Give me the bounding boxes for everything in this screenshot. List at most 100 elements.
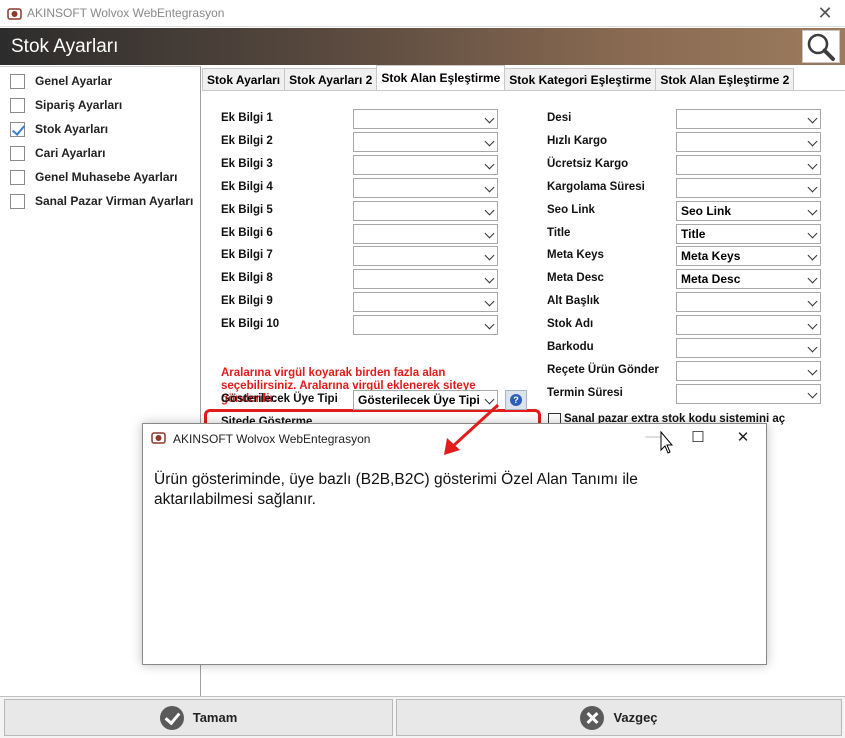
field-label: Ek Bilgi 8 (221, 272, 273, 284)
nav-item-label: Sipariş Ayarları (35, 98, 123, 112)
ok-button[interactable]: Tamam (4, 699, 393, 736)
nav-item-genel-muhasebe-ayarlari[interactable]: Genel Muhasebe Ayarları (10, 168, 178, 186)
field-label: Ek Bilgi 5 (221, 204, 273, 216)
tab-stok-alan-eslestirme[interactable]: Stok Alan Eşleştirme (376, 65, 506, 90)
field-label: Termin Süresi (547, 387, 623, 399)
recete-urun-gonder-select[interactable] (676, 361, 821, 381)
field-label: Stok Adı (547, 318, 594, 330)
field-label: Reçete Ürün Gönder (547, 364, 659, 376)
help-button[interactable]: ? (505, 390, 527, 410)
ek-bilgi-10-select[interactable] (353, 315, 498, 335)
search-button[interactable] (802, 30, 840, 63)
ucretsiz-kargo-select[interactable] (676, 155, 821, 175)
nav-item-cari-ayarlari[interactable]: Cari Ayarları (10, 144, 105, 162)
chevron-down-icon (484, 136, 495, 147)
chevron-down-icon (484, 273, 495, 284)
cancel-button[interactable]: Vazgeç (396, 699, 842, 736)
meta-keys-select[interactable]: Meta Keys (676, 246, 821, 266)
partial-label: Sitede Gösterme (221, 416, 313, 423)
maximize-button[interactable]: ☐ (688, 428, 708, 446)
nav-item-label: Cari Ayarları (35, 146, 106, 160)
nav-checkbox[interactable] (10, 73, 25, 89)
alt-baslik-select[interactable] (676, 292, 821, 312)
ek-bilgi-3-select[interactable] (353, 155, 498, 175)
field-label: Ek Bilgi 7 (221, 249, 273, 261)
field-label: Ek Bilgi 6 (221, 227, 273, 239)
chevron-down-icon (484, 205, 495, 216)
field-label: Title (547, 227, 571, 239)
title-select[interactable]: Title (676, 224, 821, 244)
field-label: Alt Başlık (547, 295, 600, 307)
nav-item-sanal-pazar-virman-ayarlari[interactable]: Sanal Pazar Virman Ayarları (10, 192, 193, 210)
bottom-action-bar: Tamam Vazgeç (0, 696, 845, 738)
cancel-button-label: Vazgeç (613, 710, 658, 725)
seo-link-select[interactable]: Seo Link (676, 201, 821, 221)
nav-item-label: Sanal Pazar Virman Ayarları (35, 194, 194, 208)
nav-checkbox[interactable] (10, 169, 25, 185)
app-logo-icon (151, 432, 166, 444)
dialog-title: AKINSOFT Wolvox WebEntegrasyon (173, 432, 371, 446)
chevron-down-icon (807, 136, 818, 147)
nav-item-stok-ayarlari[interactable]: Stok Ayarları (10, 120, 108, 138)
field-label: Ücretsiz Kargo (547, 158, 629, 170)
tab-stok-kategori-eslestirme[interactable]: Stok Kategori Eşleştirme (504, 68, 657, 90)
chevron-down-icon (807, 342, 818, 353)
chevron-down-icon (807, 319, 818, 330)
desi-select[interactable] (676, 109, 821, 129)
nav-item-siparis-ayarlari[interactable]: Sipariş Ayarları (10, 96, 122, 114)
ek-bilgi-6-select[interactable] (353, 224, 498, 244)
page-header: Stok Ayarları (0, 28, 845, 65)
hizli-kargo-select[interactable] (676, 132, 821, 152)
x-circle-icon (580, 705, 605, 730)
meta-desc-select[interactable]: Meta Desc (676, 269, 821, 289)
window-titlebar: AKINSOFT Wolvox WebEntegrasyon ✕ (0, 0, 845, 27)
tab-stok-ayarlari[interactable]: Stok Ayarları (202, 68, 286, 90)
field-label: Ek Bilgi 2 (221, 135, 273, 147)
chevron-down-icon (484, 296, 495, 307)
ok-button-label: Tamam (192, 710, 238, 725)
info-dialog: AKINSOFT Wolvox WebEntegrasyon — ☐ ✕ Ürü… (142, 423, 767, 665)
member-type-select[interactable]: Gösterilecek Üye Tipi (353, 390, 498, 410)
search-icon (807, 33, 835, 61)
dialog-close-button[interactable]: ✕ (733, 428, 753, 446)
nav-item-genel-ayarlar[interactable]: Genel Ayarlar (10, 72, 112, 90)
chevron-down-icon (484, 113, 495, 124)
field-label: Desi (547, 112, 572, 124)
nav-checkbox[interactable] (10, 145, 25, 161)
ek-bilgi-8-select[interactable] (353, 269, 498, 289)
chevron-down-icon (484, 159, 495, 170)
stok-adi-select[interactable] (676, 315, 821, 335)
nav-checkbox[interactable] (10, 97, 25, 113)
chevron-down-icon (807, 273, 818, 284)
barkodu-select[interactable] (676, 338, 821, 358)
nav-item-label: Genel Ayarlar (35, 74, 113, 88)
tab-stok-ayarlari-2[interactable]: Stok Ayarları 2 (284, 68, 378, 90)
chevron-down-icon (484, 250, 495, 261)
window-title: AKINSOFT Wolvox WebEntegrasyon (27, 6, 225, 20)
chevron-down-icon (484, 182, 495, 193)
dialog-message: Ürün gösteriminde, üye bazlı (B2B,B2C) g… (154, 471, 638, 508)
nav-item-label: Stok Ayarları (35, 122, 109, 136)
ek-bilgi-4-select[interactable] (353, 178, 498, 198)
field-label: Kargolama Süresi (547, 181, 645, 193)
tab-stok-alan-eslestirme-2[interactable]: Stok Alan Eşleştirme 2 (655, 68, 795, 90)
nav-checkbox[interactable] (10, 193, 25, 209)
nav-item-label: Genel Muhasebe Ayarları (35, 170, 178, 184)
kargolama-suresi-select[interactable] (676, 178, 821, 198)
ek-bilgi-5-select[interactable] (353, 201, 498, 221)
field-label: Hızlı Kargo (547, 135, 608, 147)
field-label: Barkodu (547, 341, 594, 353)
minimize-button[interactable]: — (643, 428, 663, 445)
termin-suresi-select[interactable] (676, 384, 821, 404)
field-label: Ek Bilgi 9 (221, 295, 273, 307)
chevron-down-icon (807, 388, 818, 399)
window-close-button[interactable]: ✕ (813, 3, 837, 24)
chevron-down-icon (807, 113, 818, 124)
ek-bilgi-1-select[interactable] (353, 109, 498, 129)
ek-bilgi-2-select[interactable] (353, 132, 498, 152)
ek-bilgi-9-select[interactable] (353, 292, 498, 312)
chevron-down-icon (484, 319, 495, 330)
chevron-down-icon (484, 394, 495, 405)
ek-bilgi-7-select[interactable] (353, 246, 498, 266)
nav-checkbox-checked[interactable] (10, 121, 25, 137)
